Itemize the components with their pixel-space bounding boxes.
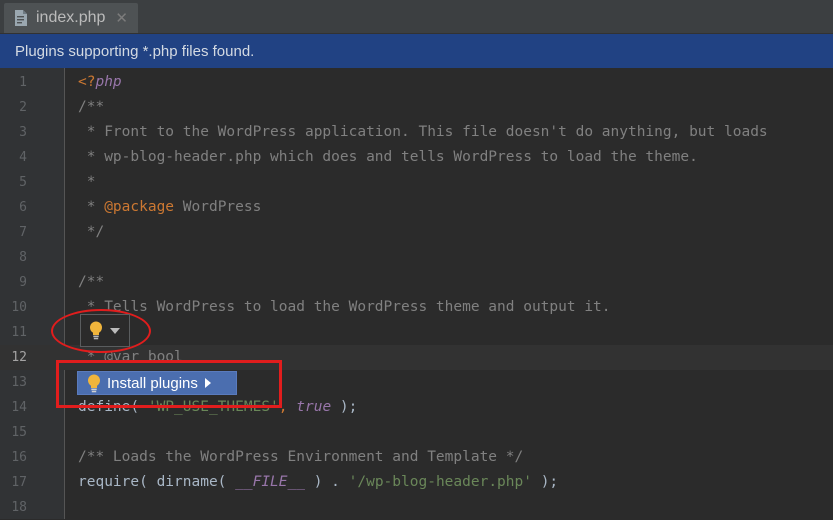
code-token: ); [331,399,358,415]
code-token: * wp-blog-header.php which does and tell… [78,149,698,165]
code-token: true [296,399,332,415]
close-icon[interactable]: ✕ [115,11,128,26]
code-text: /** Loads the WordPress Environment and … [78,445,523,470]
code-token: php [95,74,122,90]
line-number: 6 [19,200,27,215]
code-token: <? [78,74,96,90]
code-line[interactable]: 5 * [0,170,833,195]
code-line[interactable]: 8 [0,245,833,270]
line-number: 2 [19,100,27,115]
code-token: * [78,199,105,215]
code-text: require( dirname( __FILE__ ) . '/wp-blog… [78,470,558,495]
code-token: ); [531,474,559,490]
editor-tab-bar: index.php ✕ [0,0,833,34]
code-token: /** Loads the WordPress Environment and … [78,449,524,465]
intention-bulb-button[interactable] [80,314,130,347]
install-plugins-label: Install plugins [107,374,198,392]
code-token: '/wp-blog-header.php' [348,474,532,490]
code-text: * [78,170,96,195]
php-file-icon [15,10,27,26]
code-token: WordPress [174,199,262,215]
code-text: * Tells WordPress to load the WordPress … [78,295,611,320]
line-number: 3 [19,125,27,140]
code-token: /** [78,99,105,115]
line-number: 14 [11,400,27,415]
line-number: 8 [19,250,27,265]
chevron-down-icon [110,327,120,334]
line-number: 16 [11,450,27,465]
line-number: 15 [11,425,27,440]
code-line[interactable]: 1 <?php [0,70,833,95]
code-line[interactable]: 16 /** Loads the WordPress Environment an… [0,445,833,470]
code-line[interactable]: 9 /** [0,270,833,295]
code-text: /** [78,270,104,295]
code-editor[interactable]: 1 <?php 2 /** 3 * Front to the WordPress app… [0,68,833,519]
code-text: * Front to the WordPress application. Th… [78,120,768,145]
code-line[interactable]: 6 * @package WordPress [0,195,833,220]
code-token: * Front to the WordPress application. Th… [78,124,768,140]
banner-text: Plugins supporting *.php files found. [15,42,255,60]
code-text: <?php [78,70,122,95]
code-text: /** [78,95,104,120]
code-line[interactable]: 17 require( dirname( __FILE__ ) . '/wp-bl… [0,470,833,495]
line-number: 12 [11,350,27,365]
line-number: 13 [11,375,27,390]
code-token: __FILE__ [235,474,305,490]
code-text: * @package WordPress [78,195,262,220]
line-number: 4 [19,150,27,165]
code-line[interactable]: 7 */ [0,220,833,245]
code-token: @package [104,199,175,215]
tab-index-php[interactable]: index.php ✕ [4,3,138,33]
code-token: * [78,174,96,190]
code-text: * wp-blog-header.php which does and tell… [78,145,698,170]
code-token: ) . [304,474,349,490]
line-number: 1 [19,75,27,90]
line-number: 18 [11,500,27,515]
line-number: 5 [19,175,27,190]
chevron-right-icon [204,378,211,388]
code-line[interactable]: 4 * wp-blog-header.php which does and te… [0,145,833,170]
code-token: require( dirname( [78,474,236,490]
code-token: */ [78,224,105,240]
code-token: /** [78,274,105,290]
code-line[interactable]: 18 [0,495,833,520]
line-number: 10 [11,300,27,315]
code-token: * Tells WordPress to load the WordPress … [78,299,611,315]
lightbulb-icon [88,374,100,392]
tab-label: index.php [36,9,106,26]
line-number: 11 [11,325,27,340]
lightbulb-icon [90,321,102,340]
code-line[interactable]: 15 [0,420,833,445]
code-line[interactable]: 2 /** [0,95,833,120]
code-line[interactable]: 3 * Front to the WordPress application. … [0,120,833,145]
line-number: 9 [19,275,27,290]
code-text: */ [78,220,104,245]
install-plugins-menu-item[interactable]: Install plugins [77,371,237,395]
line-number: 17 [11,475,27,490]
notification-banner: Plugins supporting *.php files found. [0,34,833,68]
line-number: 7 [19,225,27,240]
